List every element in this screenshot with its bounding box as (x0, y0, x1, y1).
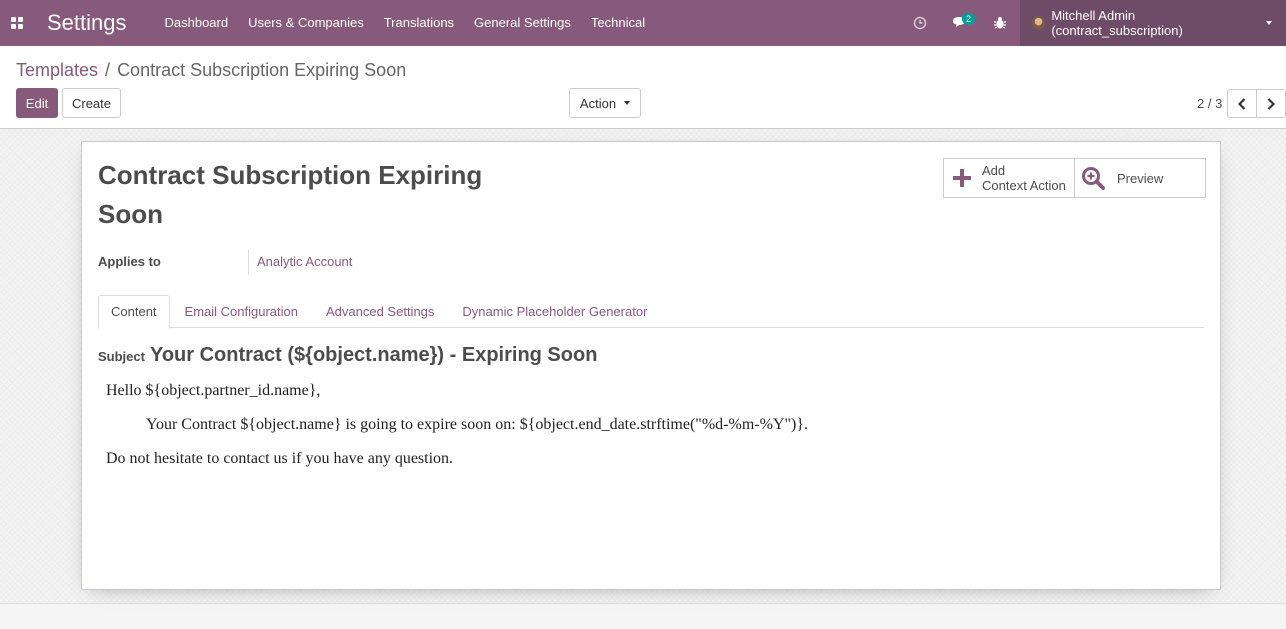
subject-row: Subject Your Contract (${object.name}) -… (98, 344, 597, 367)
chevron-left-icon (1238, 97, 1246, 110)
zoom-in-icon (1082, 167, 1105, 190)
breadcrumb-templates-link[interactable]: Templates (16, 60, 98, 81)
action-dropdown-button[interactable]: Action (569, 88, 641, 118)
body-expiry-line: Your Contract ${object.name} is going to… (146, 416, 809, 433)
body-closing: Do not hesitate to contact us if you hav… (106, 450, 454, 467)
breadcrumb-separator: / (105, 60, 111, 80)
apps-menu-icon[interactable] (0, 0, 33, 46)
user-menu[interactable]: Mitchell Admin (contract_subscription) (1020, 0, 1286, 46)
applies-to-value[interactable]: Analytic Account (248, 250, 352, 275)
menu-technical[interactable]: Technical (581, 0, 655, 46)
add-context-action-button[interactable]: Add Context Action (943, 158, 1075, 198)
breadcrumb: Templates / Contract Subscription Expiri… (16, 60, 406, 81)
subject-label: Subject (98, 349, 145, 364)
form-sheet: Contract Subscription Expiring Soon Add … (81, 141, 1221, 590)
menu-general-settings[interactable]: General Settings (464, 0, 581, 46)
bottom-strip (0, 603, 1286, 629)
top-navbar: Settings Dashboard Users & Companies Tra… (0, 0, 1286, 46)
body-greeting: Hello ${object.partner_id.name}, (106, 382, 321, 399)
notebook-tabs: Content Email Configuration Advanced Set… (98, 295, 1204, 329)
add-context-line1: Add (982, 163, 1006, 178)
pager-previous-button[interactable] (1227, 89, 1257, 118)
main-menu: Dashboard Users & Companies Translations… (155, 0, 656, 46)
menu-translations[interactable]: Translations (374, 0, 464, 46)
chevron-down-icon (1266, 21, 1272, 25)
menu-dashboard[interactable]: Dashboard (155, 0, 239, 46)
activity-clock-icon[interactable] (900, 0, 940, 46)
tab-email-configuration[interactable]: Email Configuration (172, 295, 311, 328)
plus-icon (953, 169, 971, 187)
tab-advanced-settings[interactable]: Advanced Settings (313, 295, 447, 328)
breadcrumb-current: Contract Subscription Expiring Soon (117, 60, 407, 80)
smart-button-box: Add Context Action Preview (943, 158, 1206, 198)
preview-button[interactable]: Preview (1075, 158, 1206, 198)
subject-value: Your Contract (${object.name}) - Expirin… (149, 344, 598, 366)
add-context-line2: Context Action (982, 178, 1066, 193)
menu-users-companies[interactable]: Users & Companies (238, 0, 374, 46)
avatar (1032, 16, 1046, 30)
record-title: Contract Subscription Expiring Soon (98, 160, 483, 229)
create-button[interactable]: Create (62, 88, 121, 118)
control-panel: Templates / Contract Subscription Expiri… (0, 46, 1286, 129)
debug-bug-icon[interactable] (980, 0, 1020, 46)
user-name: Mitchell Admin (contract_subscription) (1051, 8, 1183, 38)
action-dropdown-label: Action (579, 95, 617, 111)
tab-content[interactable]: Content (98, 295, 170, 329)
chevron-right-icon (1267, 97, 1275, 110)
preview-label: Preview (1117, 170, 1164, 186)
messaging-icon[interactable]: 2 (940, 0, 980, 46)
systray: 2 Mitchell Admin (contract_subscription) (900, 0, 1286, 46)
pager-next-button[interactable] (1256, 89, 1286, 118)
app-brand[interactable]: Settings (47, 10, 127, 36)
tab-dynamic-placeholder-generator[interactable]: Dynamic Placeholder Generator (449, 295, 660, 328)
pager-value[interactable]: 2 / 3 (1197, 96, 1222, 111)
edit-button[interactable]: Edit (16, 88, 58, 118)
messages-count-badge: 2 (962, 13, 976, 25)
chevron-down-icon (624, 101, 631, 105)
applies-to-label: Applies to (98, 254, 161, 269)
